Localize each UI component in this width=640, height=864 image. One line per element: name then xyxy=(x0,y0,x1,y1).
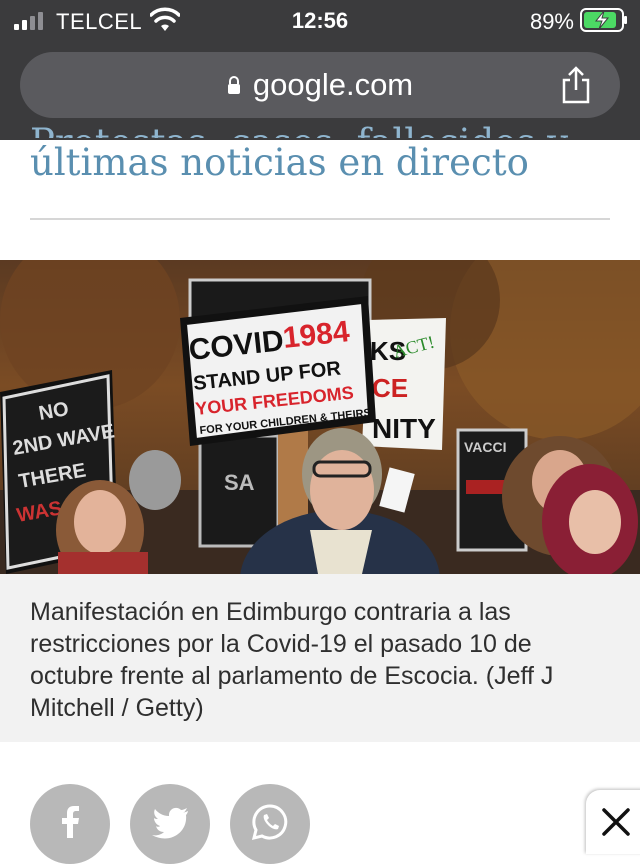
url-text[interactable]: google.com xyxy=(253,67,413,103)
sign-main: COVID 1984 STAND UP FOR YOUR FREEDOMS FO… xyxy=(180,296,376,446)
sign-right: KS ACT! CE NITY xyxy=(362,318,446,450)
article-headline: Protestas, casos, fallecidos y últimas n… xyxy=(30,118,620,188)
share-facebook-button[interactable] xyxy=(30,784,110,864)
sign-1984-text: 1984 xyxy=(281,315,351,355)
headline-text: últimas noticias en directo xyxy=(30,141,529,184)
status-bar: TELCEL 12:56 89% xyxy=(0,0,640,44)
divider xyxy=(30,218,610,220)
twitter-icon xyxy=(152,807,188,839)
close-button[interactable] xyxy=(586,790,640,854)
headline-partial: Protestas, casos, fallecidos y xyxy=(30,118,620,138)
protest-image: NO 2ND WAVE THERE WAS KS ACT! CE NITY VA… xyxy=(0,260,640,574)
share-icon[interactable] xyxy=(560,66,592,104)
whatsapp-icon xyxy=(251,804,288,841)
caption-text: Manifestación en Edimburgo contraria a l… xyxy=(30,598,554,722)
svg-text:NITY: NITY xyxy=(372,413,436,444)
article-photo[interactable]: NO 2ND WAVE THERE WAS KS ACT! CE NITY VA… xyxy=(0,260,640,574)
facebook-icon xyxy=(62,806,79,838)
close-icon xyxy=(602,808,630,836)
svg-text:SA: SA xyxy=(224,470,255,495)
lock-icon xyxy=(227,76,240,94)
battery-percentage: 89% xyxy=(529,9,574,34)
svg-text:VACCI: VACCI xyxy=(464,439,507,455)
battery-charging-icon xyxy=(580,8,627,32)
share-whatsapp-button[interactable] xyxy=(230,784,310,864)
share-twitter-button[interactable] xyxy=(130,784,210,864)
svg-text:CE: CE xyxy=(372,373,408,403)
photo-caption: Manifestación en Edimburgo contraria a l… xyxy=(0,574,640,742)
address-bar[interactable]: google.com xyxy=(20,52,620,118)
